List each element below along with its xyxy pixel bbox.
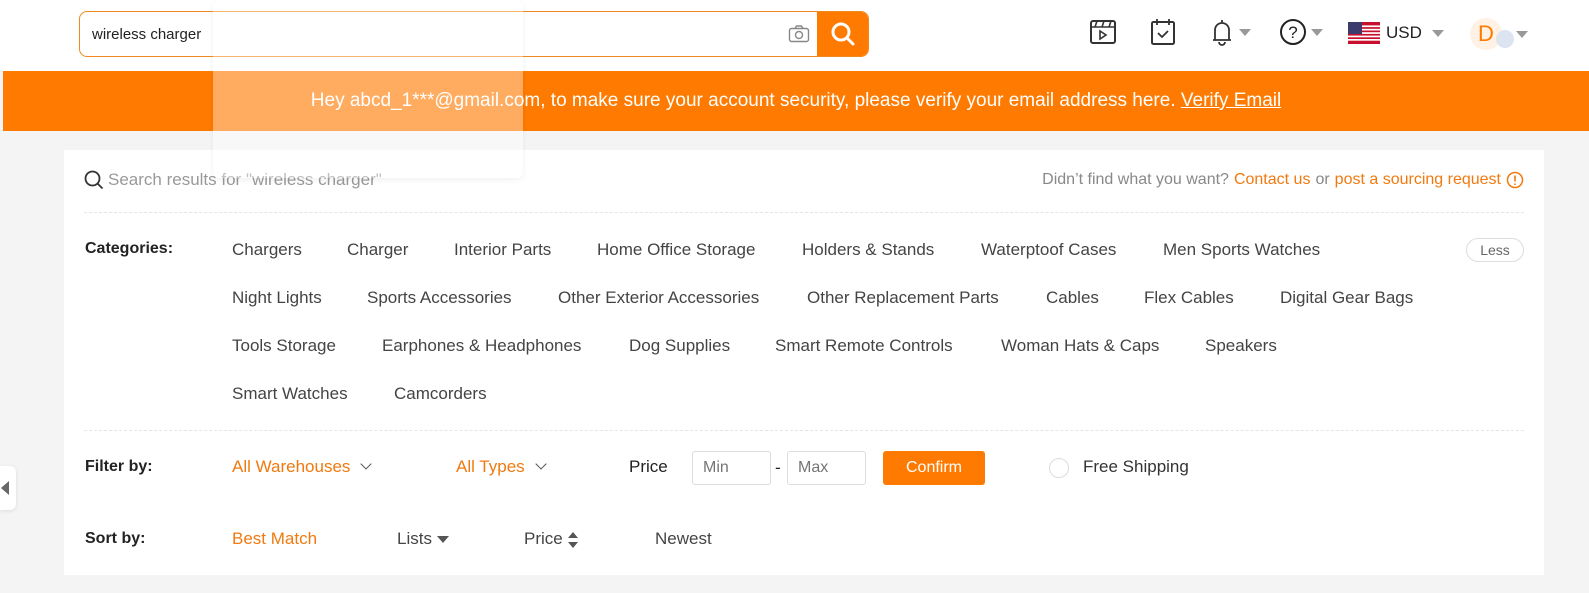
video-icon[interactable]	[1089, 18, 1117, 51]
category-link[interactable]: Sports Accessories	[367, 288, 512, 308]
category-link[interactable]: Digital Gear Bags	[1280, 288, 1413, 308]
search-button[interactable]	[817, 12, 868, 56]
category-link[interactable]: Holders & Stands	[802, 240, 934, 260]
category-link[interactable]: Men Sports Watches	[1163, 240, 1320, 260]
sort-label: Sort by:	[85, 530, 146, 547]
caret-down-icon	[436, 536, 449, 544]
sort-best-match[interactable]: Best Match	[232, 529, 317, 549]
less-button[interactable]: Less	[1466, 238, 1524, 262]
category-link[interactable]: Dog Supplies	[629, 336, 730, 356]
category-link[interactable]: Flex Cables	[1144, 288, 1234, 308]
or-text: or	[1315, 171, 1330, 188]
category-link[interactable]: Smart Watches	[232, 384, 348, 404]
camera-icon[interactable]	[788, 24, 810, 49]
divider	[84, 430, 1524, 431]
confirm-button[interactable]: Confirm	[883, 451, 985, 485]
category-link[interactable]: Other Exterior Accessories	[558, 288, 759, 308]
category-link[interactable]: Cables	[1046, 288, 1099, 308]
category-link[interactable]: Charger	[347, 240, 408, 260]
dropdown-overlay	[213, 0, 523, 178]
warehouse-dropdown[interactable]: All Warehouses	[232, 457, 373, 477]
badge-icon	[1496, 30, 1514, 48]
currency-label: USD	[1386, 23, 1422, 42]
chevron-down-icon	[535, 458, 547, 470]
free-shipping-label: Free Shipping	[1083, 457, 1189, 476]
category-link[interactable]: Night Lights	[232, 288, 322, 308]
sort-lists-label: Lists	[397, 529, 432, 548]
currency-selector[interactable]: USD	[1348, 22, 1444, 44]
help-icon[interactable]: ?	[1279, 18, 1324, 51]
sourcing-request-link[interactable]: post a sourcing request	[1335, 171, 1501, 189]
category-link[interactable]: Earphones & Headphones	[382, 336, 581, 356]
category-link[interactable]: Chargers	[232, 240, 302, 260]
sort-newest[interactable]: Newest	[655, 529, 712, 549]
category-link[interactable]: Interior Parts	[454, 240, 551, 260]
side-collapse-button[interactable]	[0, 466, 16, 510]
calendar-check-icon[interactable]	[1150, 18, 1176, 51]
sort-price[interactable]: Price	[524, 529, 579, 549]
svg-text:?: ?	[1288, 23, 1297, 42]
price-dash: -	[775, 458, 781, 477]
price-label: Price	[629, 457, 668, 476]
filter-label: Filter by:	[85, 458, 153, 475]
search-icon	[831, 22, 854, 46]
chevron-down-icon	[360, 458, 373, 470]
warehouse-value: All Warehouses	[232, 457, 351, 476]
price-min-input[interactable]	[692, 451, 771, 485]
sort-arrows-icon	[568, 531, 579, 548]
search-icon	[84, 170, 104, 190]
category-link[interactable]: Other Replacement Parts	[807, 288, 999, 308]
info-icon	[1506, 171, 1524, 189]
type-dropdown[interactable]: All Types	[456, 457, 547, 477]
sort-lists[interactable]: Lists	[397, 529, 449, 549]
categories-label: Categories:	[85, 240, 174, 257]
category-link[interactable]: Camcorders	[394, 384, 487, 404]
category-link[interactable]: Waterptoof Cases	[981, 240, 1116, 260]
sort-price-label: Price	[524, 529, 563, 548]
category-link[interactable]: Woman Hats & Caps	[1001, 336, 1159, 356]
divider	[84, 212, 1524, 213]
category-link[interactable]: Smart Remote Controls	[775, 336, 953, 356]
category-link[interactable]: Speakers	[1205, 336, 1277, 356]
us-flag-icon	[1348, 22, 1380, 44]
contact-us-link[interactable]: Contact us	[1234, 171, 1310, 189]
free-shipping-radio[interactable]	[1049, 458, 1069, 478]
verify-email-link[interactable]: Verify Email	[1181, 90, 1281, 111]
account-menu[interactable]: D	[1470, 18, 1528, 50]
not-found-text: Didn’t find what you want?	[1042, 171, 1229, 188]
search-filter-panel: Search results for "wireless charger" Di…	[64, 150, 1544, 575]
bell-icon[interactable]	[1209, 18, 1252, 51]
category-link[interactable]: Tools Storage	[232, 336, 336, 356]
type-value: All Types	[456, 457, 525, 476]
category-link[interactable]: Home Office Storage	[597, 240, 755, 260]
caret-left-icon	[1, 481, 9, 495]
price-max-input[interactable]	[787, 451, 866, 485]
